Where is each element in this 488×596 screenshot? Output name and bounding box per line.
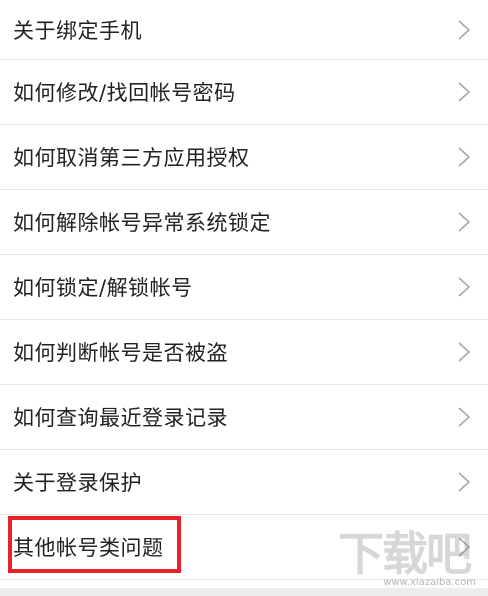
menu-item-label: 如何取消第三方应用授权 (13, 146, 250, 170)
menu-item-label: 如何修改/找回帐号密码 (13, 81, 236, 105)
menu-item-label: 如何查询最近登录记录 (13, 406, 228, 430)
menu-item-label: 如何解除帐号异常系统锁定 (13, 211, 271, 235)
menu-item-label: 关于登录保护 (13, 471, 142, 495)
menu-item-check-stolen[interactable]: 如何判断帐号是否被盗 (0, 320, 488, 385)
menu-item-login-protection[interactable]: 关于登录保护 (0, 450, 488, 515)
menu-item-label: 其他帐号类问题 (13, 536, 164, 560)
menu-item-label: 关于绑定手机 (13, 18, 142, 43)
chevron-right-icon (458, 212, 471, 232)
chevron-right-icon (458, 342, 471, 362)
chevron-right-icon (458, 19, 471, 40)
menu-item-login-records[interactable]: 如何查询最近登录记录 (0, 385, 488, 450)
menu-item-label: 如何判断帐号是否被盗 (13, 341, 228, 365)
menu-item-other-account-issues[interactable]: 其他帐号类问题 (0, 515, 488, 580)
menu-item-lock-unlock[interactable]: 如何锁定/解锁帐号 (0, 255, 488, 320)
chevron-right-icon (458, 407, 471, 427)
chevron-right-icon (458, 147, 471, 167)
menu-item-bind-phone[interactable]: 关于绑定手机 (0, 0, 488, 60)
help-menu-list: 关于绑定手机 如何修改/找回帐号密码 如何取消第三方应用授权 如何解除帐号异常系… (0, 0, 488, 580)
chevron-right-icon (458, 82, 471, 102)
menu-item-unlock-abnormal[interactable]: 如何解除帐号异常系统锁定 (0, 190, 488, 255)
menu-item-revoke-third-party[interactable]: 如何取消第三方应用授权 (0, 125, 488, 190)
chevron-right-icon (458, 537, 471, 557)
menu-item-change-password[interactable]: 如何修改/找回帐号密码 (0, 60, 488, 125)
bottom-divider-bar (0, 588, 488, 596)
menu-item-label: 如何锁定/解锁帐号 (13, 276, 193, 300)
chevron-right-icon (458, 472, 471, 492)
chevron-right-icon (458, 277, 471, 297)
account-help-screen: 关于绑定手机 如何修改/找回帐号密码 如何取消第三方应用授权 如何解除帐号异常系… (0, 0, 488, 596)
